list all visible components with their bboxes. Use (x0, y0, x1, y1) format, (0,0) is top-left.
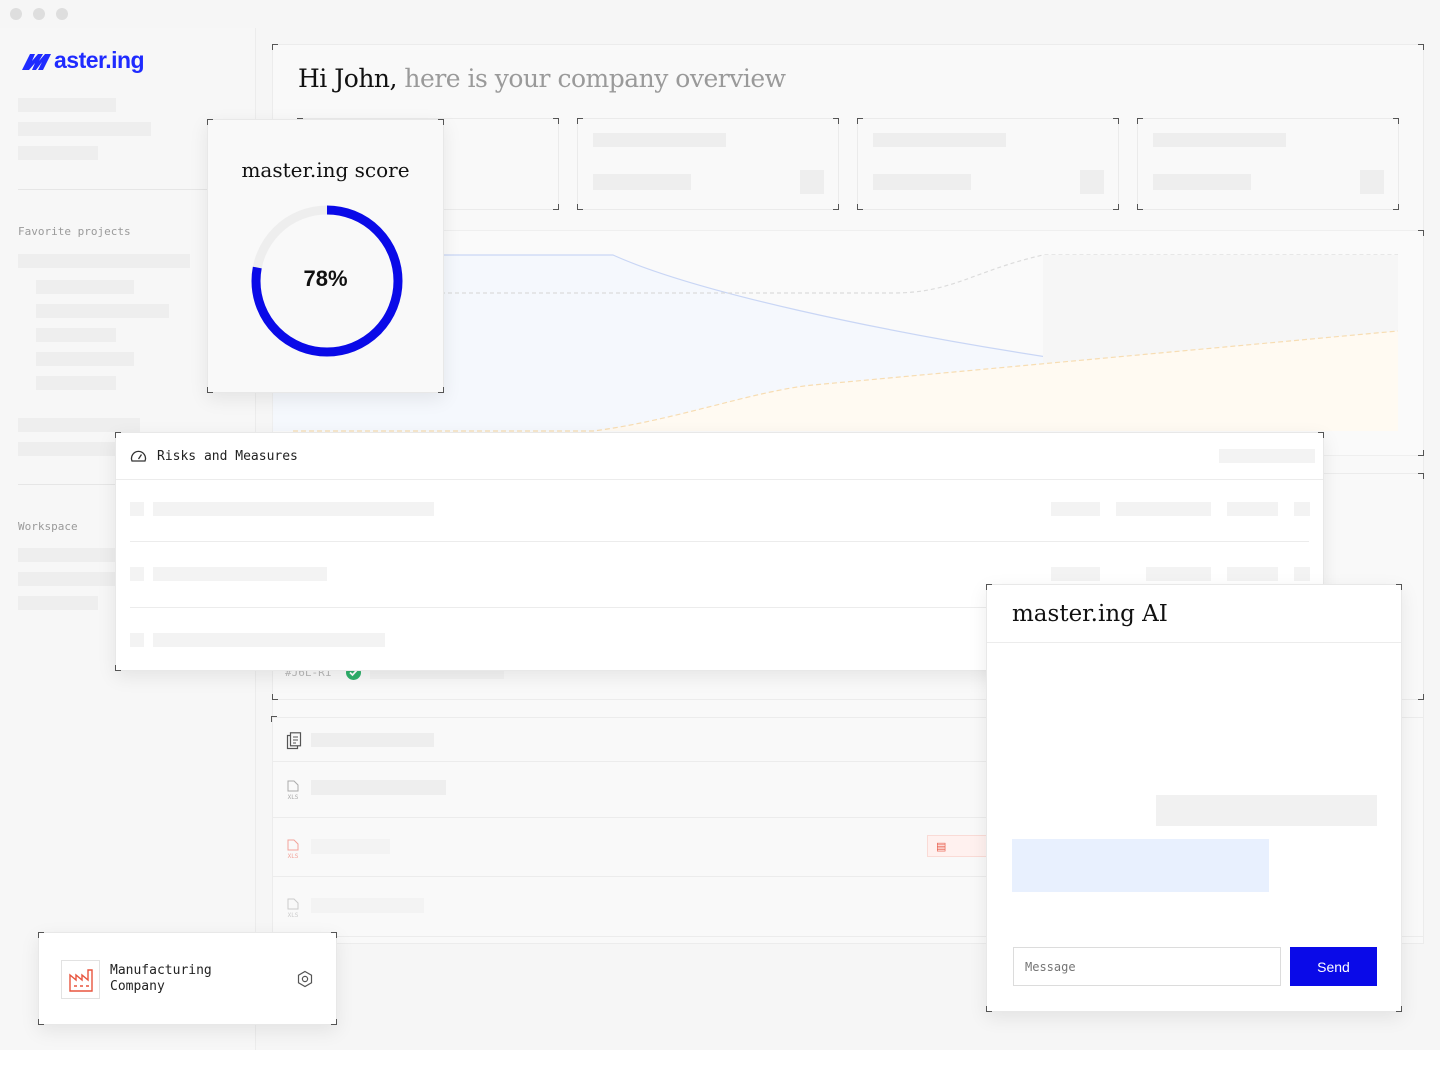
window-close-dot[interactable] (10, 8, 22, 20)
risks-header: Risks and Measures (116, 433, 1323, 480)
workspace-label: Workspace (18, 520, 78, 533)
workspace-placeholder[interactable] (18, 596, 98, 610)
risk-meta-placeholder (1146, 567, 1211, 581)
workspace-placeholder[interactable] (18, 572, 116, 586)
company-name: Manufacturing Company (110, 963, 212, 994)
xls-file-icon: XLS (286, 898, 300, 919)
brand-logo-text: aster.ing (54, 47, 145, 73)
row-icon-placeholder (130, 502, 144, 516)
sidebar-nav-placeholder[interactable] (18, 98, 116, 112)
project-placeholder[interactable] (36, 280, 134, 294)
stat-value-placeholder (593, 174, 691, 190)
greeting-name: Hi John, (298, 64, 397, 93)
risk-title-placeholder[interactable] (153, 633, 385, 647)
risk-title-placeholder[interactable] (153, 502, 434, 516)
send-button[interactable]: Send (1290, 947, 1377, 986)
factory-icon (61, 960, 100, 999)
file-status-badge: ▤ (927, 835, 987, 857)
stat-value-placeholder (1153, 174, 1251, 190)
trend-chart-lines (273, 254, 1399, 432)
stat-card[interactable] (577, 118, 839, 210)
stat-card[interactable] (1137, 118, 1399, 210)
row-icon-placeholder (130, 633, 144, 647)
file-name-placeholder[interactable] (311, 898, 424, 913)
sidebar-divider (18, 484, 116, 485)
stat-value-placeholder (873, 174, 971, 190)
stat-icon-placeholder (1080, 170, 1104, 194)
sidebar-nav-placeholder[interactable] (18, 122, 151, 136)
stat-icon-placeholder (1360, 170, 1384, 194)
stat-icon-placeholder (800, 170, 824, 194)
brand-mark-icon (22, 53, 51, 70)
stat-title-placeholder (873, 133, 1006, 147)
favorite-projects-label: Favorite projects (18, 225, 131, 238)
risk-title-placeholder[interactable] (153, 567, 327, 581)
stat-card[interactable] (857, 118, 1119, 210)
ai-title: master.ing AI (1012, 601, 1168, 627)
score-title: master.ing score (241, 158, 410, 182)
risk-action-placeholder[interactable] (1294, 567, 1310, 581)
message-input[interactable] (1013, 947, 1281, 986)
xls-file-icon: XLS (286, 780, 300, 801)
sidebar-divider (18, 189, 238, 190)
project-placeholder[interactable] (36, 304, 169, 318)
user-message-bubble (1156, 795, 1377, 826)
window-maximize-dot[interactable] (56, 8, 68, 20)
sidebar-nav-placeholder[interactable] (18, 146, 98, 160)
ai-divider (987, 642, 1401, 643)
stat-title-placeholder (1153, 133, 1286, 147)
workspace-placeholder[interactable] (18, 548, 116, 562)
gauge-icon (130, 449, 147, 468)
risk-meta-placeholder (1227, 502, 1278, 516)
risks-title: Risks and Measures (157, 449, 298, 464)
trend-chart (272, 230, 1424, 456)
company-switcher[interactable]: Manufacturing Company (38, 932, 337, 1025)
risk-meta-placeholder (1227, 567, 1278, 581)
row-icon-placeholder (130, 567, 144, 581)
risk-meta-placeholder (1051, 567, 1100, 581)
score-card: master.ing score 78% (207, 119, 444, 393)
files-panel: XLS XLS ▤ XLS (271, 716, 1424, 937)
project-placeholder[interactable] (18, 254, 190, 268)
project-placeholder[interactable] (18, 442, 116, 456)
xls-file-icon: XLS (286, 839, 300, 860)
project-placeholder[interactable] (18, 418, 140, 432)
project-placeholder[interactable] (36, 328, 116, 342)
documents-icon (286, 732, 302, 755)
project-placeholder[interactable] (36, 376, 116, 390)
risk-meta-placeholder (1051, 502, 1100, 516)
window-minimize-dot[interactable] (33, 8, 45, 20)
file-name-placeholder[interactable] (311, 780, 446, 795)
risk-meta-placeholder (1116, 502, 1211, 516)
document-icon: ▤ (936, 841, 947, 853)
ai-chat-card: master.ing AI Send (986, 584, 1402, 1012)
risks-action-placeholder[interactable] (1219, 449, 1315, 463)
score-percent: 78% (303, 266, 348, 291)
brand-logo[interactable]: aster.ing (21, 47, 145, 74)
files-title-placeholder (311, 733, 434, 747)
stat-title-placeholder (593, 133, 726, 147)
project-placeholder[interactable] (36, 352, 134, 366)
file-name-placeholder[interactable] (311, 839, 390, 854)
settings-hexagon-icon[interactable] (296, 970, 314, 993)
risk-action-placeholder[interactable] (1294, 502, 1310, 516)
ai-message-bubble (1012, 839, 1269, 892)
page-title: Hi John, here is your company overview (298, 64, 786, 93)
greeting-subtitle: here is your company overview (404, 64, 786, 93)
